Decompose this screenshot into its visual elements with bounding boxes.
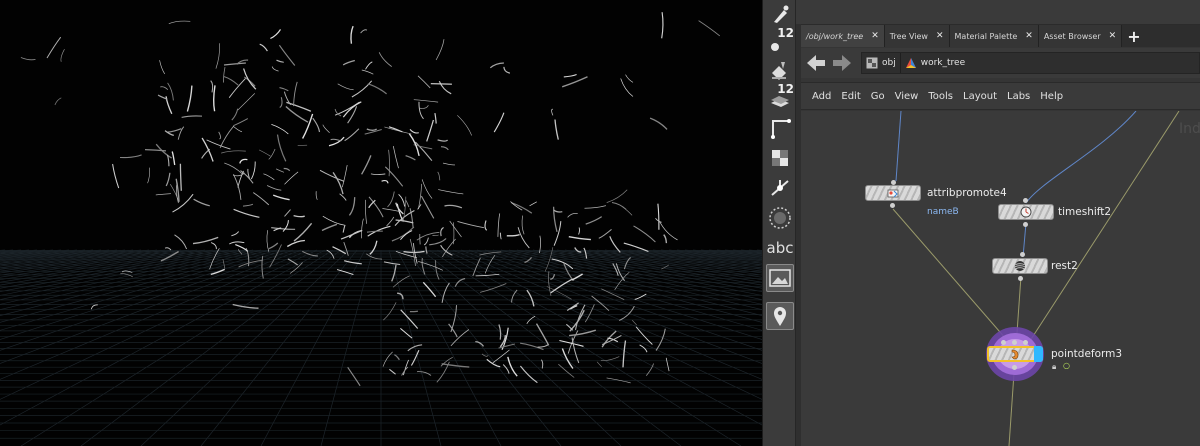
plus-icon: + [1127, 26, 1141, 46]
curve-tool-button[interactable] [766, 114, 794, 142]
pane-top-strip [796, 0, 1200, 25]
point-count-badge: 12 [777, 26, 794, 40]
wire-in-pointdeform [1025, 111, 1180, 348]
back-arrow-icon[interactable] [805, 52, 827, 74]
close-icon[interactable]: ✕ [871, 31, 879, 41]
attribpromote-icon [887, 189, 899, 198]
wire-in-attribpromote [895, 111, 902, 182]
tab-asset-browser[interactable]: Asset Browser ✕ [1038, 25, 1123, 47]
input-port[interactable] [1001, 340, 1006, 345]
network-menu-bar: Add Edit Go View Tools Layout Labs Help [801, 82, 1200, 110]
add-tab-button[interactable]: + [1122, 25, 1145, 47]
location-pin-tool-button[interactable] [766, 302, 794, 330]
brush-tool-button[interactable] [766, 0, 794, 28]
crumb-obj[interactable]: obj [862, 53, 900, 73]
grid-pattern-icon [772, 150, 788, 166]
rest-sphere-icon [1015, 261, 1025, 271]
transform-handle-icon [771, 180, 789, 196]
node-label: attribpromote4 [927, 187, 1007, 199]
node-timeshift2[interactable] [998, 204, 1054, 220]
circle-sphere-icon [769, 207, 791, 229]
brush-icon [774, 5, 789, 23]
menu-go[interactable]: Go [866, 91, 890, 102]
output-port[interactable] [1023, 222, 1028, 227]
menu-edit[interactable]: Edit [836, 91, 865, 102]
node-rest2[interactable] [992, 258, 1048, 274]
node-label: pointdeform3 [1051, 348, 1123, 360]
node-network-canvas[interactable]: Ind attribpromote4 nameB timeshift2 rest… [801, 111, 1200, 446]
input-port[interactable] [1023, 340, 1028, 345]
menu-tools[interactable]: Tools [923, 91, 958, 102]
layer-count-badge: 12 [777, 82, 794, 96]
close-icon[interactable]: ✕ [1109, 31, 1117, 41]
text-tool-icon: abc [766, 239, 794, 257]
menu-view[interactable]: View [890, 91, 924, 102]
input-port[interactable] [1012, 340, 1017, 345]
crumb-work-tree[interactable]: work_tree [899, 53, 969, 73]
tab-label: Material Palette [954, 31, 1018, 41]
crumb-label: work_tree [920, 58, 966, 68]
node-label: timeshift2 [1058, 206, 1112, 218]
image-landscape-icon [769, 269, 791, 287]
close-icon[interactable]: ✕ [936, 31, 944, 41]
node-attribpromote4[interactable] [865, 185, 921, 201]
output-port[interactable] [1012, 365, 1017, 370]
viewport-canvas[interactable] [0, 0, 762, 446]
image-tool-button[interactable] [766, 264, 794, 292]
close-icon[interactable]: ✕ [1025, 31, 1033, 41]
tab-tree-view[interactable]: Tree View ✕ [884, 25, 950, 47]
point-count-tool-button[interactable]: 12 [766, 26, 794, 56]
clock-icon [1020, 206, 1032, 218]
forward-arrow-icon[interactable] [831, 52, 853, 74]
input-port[interactable] [1020, 252, 1025, 257]
paint-bucket-icon [772, 62, 786, 80]
tab-material-palette[interactable]: Material Palette ✕ [949, 25, 1039, 47]
display-flag[interactable] [1034, 346, 1043, 362]
pane-tab-bar: /obj/work_tree ✕ Tree View ✕ Material Pa… [801, 25, 1200, 47]
menu-layout[interactable]: Layout [958, 91, 1002, 102]
location-pin-icon [774, 307, 786, 326]
transform-handle-tool-button[interactable] [766, 174, 794, 202]
text-tool-button[interactable]: abc [766, 234, 794, 262]
curve-tool-icon [771, 119, 791, 139]
network-wires [892, 111, 1180, 446]
path-breadcrumb: obj work_tree [861, 52, 1200, 74]
layer-count-tool-button[interactable]: 12 [766, 82, 794, 112]
output-port[interactable] [1018, 276, 1023, 281]
menu-labs[interactable]: Labs [1002, 91, 1035, 102]
tab-label: Asset Browser [1043, 31, 1101, 41]
menu-add[interactable]: Add [807, 91, 836, 102]
grid-pattern-tool-button[interactable] [766, 144, 794, 172]
path-bar: obj work_tree [801, 48, 1200, 78]
bypass-circle-icon[interactable]: ○ [1063, 361, 1070, 370]
node-pointdeform3[interactable] [987, 346, 1043, 362]
ghost-label: Ind [1179, 121, 1200, 137]
node-comment: nameB [927, 207, 959, 217]
tab-label: Tree View [889, 31, 928, 41]
menu-help[interactable]: Help [1035, 91, 1068, 102]
ground-grid [0, 249, 762, 446]
output-port[interactable] [890, 203, 895, 208]
node-label: rest2 [1051, 260, 1078, 272]
tool-shelf: 12 12 abc [762, 0, 796, 446]
wire-in-timeshift [1025, 111, 1137, 204]
sphere-tool-button[interactable] [766, 204, 794, 232]
input-port[interactable] [1023, 198, 1028, 203]
point-deform-icon [1011, 349, 1019, 360]
lock-icon[interactable]: 🔒︎ [1052, 362, 1056, 372]
paint-bucket-tool-button[interactable] [766, 56, 794, 84]
geometry-network-icon [905, 58, 916, 68]
obj-context-icon [866, 57, 878, 69]
network-editor-pane: /obj/work_tree ✕ Tree View ✕ Material Pa… [796, 0, 1200, 446]
tab-obj-work-tree[interactable]: /obj/work_tree ✕ [801, 25, 885, 47]
scene-viewport[interactable] [0, 0, 762, 446]
tab-label: /obj/work_tree [806, 31, 864, 41]
crumb-label: obj [882, 58, 896, 68]
